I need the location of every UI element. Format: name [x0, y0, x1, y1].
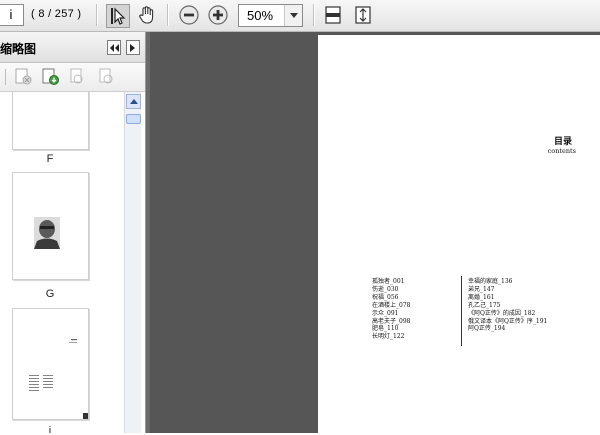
- fit-width-icon: [325, 6, 341, 24]
- toc-entry[interactable]: 阿Q正传_194: [468, 325, 547, 333]
- toc-entry[interactable]: 祝福_056: [372, 294, 410, 302]
- toc-entry[interactable]: 《阿Q正传》的成因_182: [468, 310, 547, 318]
- fit-page-icon: [355, 6, 371, 24]
- fit-width-button[interactable]: [322, 4, 344, 26]
- hand-icon: [139, 6, 154, 24]
- toc-entry[interactable]: 离婚_161: [468, 294, 547, 302]
- toc-entry[interactable]: 在酒楼上_078: [372, 302, 410, 310]
- toc-preview: [29, 339, 88, 419]
- chevron-down-icon: [289, 13, 298, 18]
- toc-entry[interactable]: 孤独者_001: [372, 278, 410, 286]
- hand-tool-button[interactable]: [136, 4, 158, 26]
- thumbnail-scrollbar[interactable]: [124, 92, 141, 433]
- panel-menu-button[interactable]: [126, 40, 140, 55]
- toc-entry[interactable]: 伤逝_030: [372, 286, 410, 294]
- toc-subheading: contents: [547, 147, 576, 155]
- double-chevron-left-icon: [110, 43, 119, 52]
- panel-header: 缩略图: [0, 32, 145, 63]
- toc-left-column: 孤独者_001 伤逝_030 祝福_056 在酒楼上_078 示众_091 高老…: [372, 278, 410, 341]
- page-number-input[interactable]: i: [0, 4, 24, 26]
- zoom-value: 50%: [247, 8, 274, 23]
- document-page: 目录 contents 孤独者_001 伤逝_030 祝福_056 在酒楼上_0…: [318, 35, 600, 435]
- rotate-page-icon[interactable]: [96, 68, 116, 86]
- plus-circle-icon: [208, 5, 228, 25]
- thumbnail-label: G: [45, 288, 55, 300]
- select-tool-button[interactable]: [106, 4, 130, 28]
- page-thumbnail[interactable]: [12, 92, 89, 150]
- toolbar-separator: [5, 69, 6, 85]
- minus-circle-icon: [179, 5, 199, 25]
- toc-entry[interactable]: 示众_091: [372, 310, 410, 318]
- toc-entry[interactable]: 长明灯_122: [372, 333, 410, 341]
- cursor-arrow-icon: [111, 7, 126, 25]
- thumbnail-panel: 缩略图 F G i: [0, 32, 146, 433]
- portrait-image: [34, 217, 60, 249]
- toc-entry[interactable]: 弟兄_147: [468, 286, 547, 294]
- toolbar: i ( 8 / 257 ) 50%: [0, 0, 600, 32]
- toolbar-separator: [167, 4, 169, 26]
- zoom-in-button[interactable]: [207, 4, 229, 26]
- toc-entry[interactable]: 孔乙己_175: [468, 302, 547, 310]
- thumbnail-list: F G i: [0, 92, 124, 433]
- page-thumbnail[interactable]: [12, 172, 89, 280]
- page-count: ( 8 / 257 ): [31, 8, 82, 20]
- panel-title: 缩略图: [0, 42, 37, 56]
- document-view[interactable]: 目录 contents 孤独者_001 伤逝_030 祝福_056 在酒楼上_0…: [146, 32, 600, 435]
- chevron-right-icon: [130, 43, 135, 52]
- toc-heading: 目录: [553, 137, 572, 147]
- thumbnail-label: i: [48, 425, 52, 433]
- scroll-thumb[interactable]: [126, 114, 141, 124]
- toc-right-column: 幸福的家庭_136 弟兄_147 离婚_161 孔乙己_175 《阿Q正传》的成…: [468, 278, 547, 333]
- scroll-up-button[interactable]: [126, 94, 141, 109]
- zoom-dropdown-button[interactable]: [284, 5, 302, 26]
- panel-splitter[interactable]: [146, 32, 150, 433]
- toolbar-separator: [96, 4, 98, 26]
- chevron-up-icon: [129, 99, 138, 104]
- toc-entry[interactable]: 幸福的家庭_136: [468, 278, 547, 286]
- page-thumbnail-selected[interactable]: [12, 308, 89, 420]
- zoom-select[interactable]: 50%: [238, 4, 303, 27]
- zoom-out-button[interactable]: [178, 4, 200, 26]
- toolbar-separator: [313, 4, 315, 26]
- toc-divider: [461, 276, 462, 346]
- collapse-panel-button[interactable]: [107, 40, 121, 55]
- delete-page-icon[interactable]: [14, 68, 34, 86]
- insert-page-icon[interactable]: [41, 68, 61, 86]
- thumbnail-label: F: [46, 153, 54, 165]
- copy-page-icon[interactable]: [67, 68, 87, 86]
- panel-toolbar: [0, 63, 145, 92]
- fit-page-button[interactable]: [352, 4, 374, 26]
